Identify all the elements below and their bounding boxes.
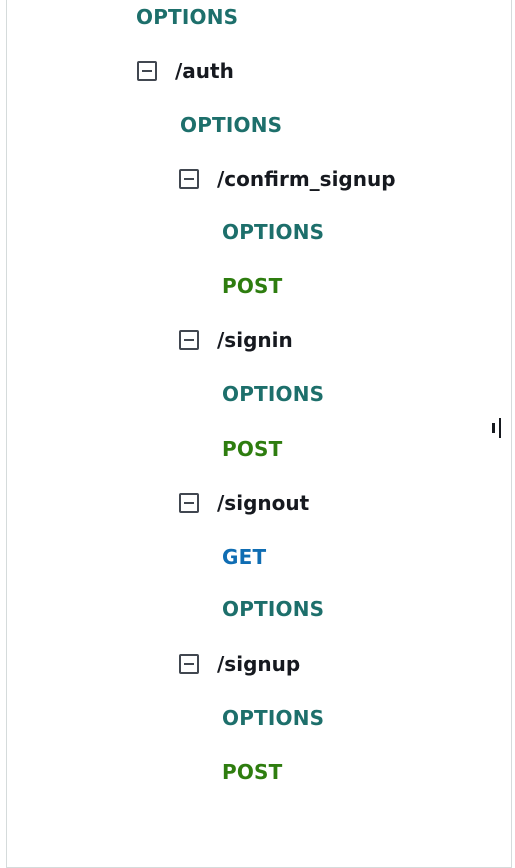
- resource-path-label: /confirm_signup: [217, 167, 396, 191]
- method-confirm-signup-options[interactable]: OPTIONS: [222, 217, 324, 247]
- method-label: OPTIONS: [222, 597, 325, 621]
- method-auth-options[interactable]: OPTIONS: [180, 110, 282, 140]
- method-label: OPTIONS: [222, 706, 325, 730]
- resource-confirm-signup[interactable]: /confirm_signup: [179, 164, 396, 194]
- resource-signin[interactable]: /signin: [179, 325, 293, 355]
- method-root-options[interactable]: OPTIONS: [136, 2, 238, 32]
- method-signup-post[interactable]: POST: [222, 757, 283, 787]
- resize-handle-icon[interactable]: [492, 418, 502, 438]
- resource-path-label: /signout: [217, 491, 310, 515]
- collapse-minus-icon[interactable]: [179, 493, 199, 513]
- method-confirm-signup-post[interactable]: POST: [222, 271, 283, 301]
- collapse-minus-icon[interactable]: [179, 654, 199, 674]
- collapse-minus-icon[interactable]: [179, 169, 199, 189]
- method-signin-post[interactable]: POST: [222, 434, 283, 464]
- method-signin-options[interactable]: OPTIONS: [222, 379, 324, 409]
- method-label: POST: [222, 760, 283, 784]
- method-label: OPTIONS: [180, 113, 283, 137]
- method-label: OPTIONS: [222, 220, 325, 244]
- resource-path-label: /signup: [217, 652, 301, 676]
- resource-path-label: /signin: [217, 328, 293, 352]
- method-signout-options[interactable]: OPTIONS: [222, 594, 324, 624]
- collapse-minus-icon[interactable]: [179, 330, 199, 350]
- method-label: POST: [222, 274, 283, 298]
- method-label: OPTIONS: [136, 5, 239, 29]
- resource-signup[interactable]: /signup: [179, 649, 300, 679]
- collapse-minus-icon[interactable]: [137, 61, 157, 81]
- method-label: GET: [222, 545, 267, 569]
- method-label: OPTIONS: [222, 382, 325, 406]
- method-signout-get[interactable]: GET: [222, 542, 266, 572]
- resize-grip-long: [499, 418, 501, 438]
- method-signup-options[interactable]: OPTIONS: [222, 703, 324, 733]
- resource-path-label: /auth: [175, 59, 234, 83]
- resize-grip-short: [492, 423, 495, 433]
- resource-signout[interactable]: /signout: [179, 488, 309, 518]
- resource-auth[interactable]: /auth: [137, 56, 234, 86]
- method-label: POST: [222, 437, 283, 461]
